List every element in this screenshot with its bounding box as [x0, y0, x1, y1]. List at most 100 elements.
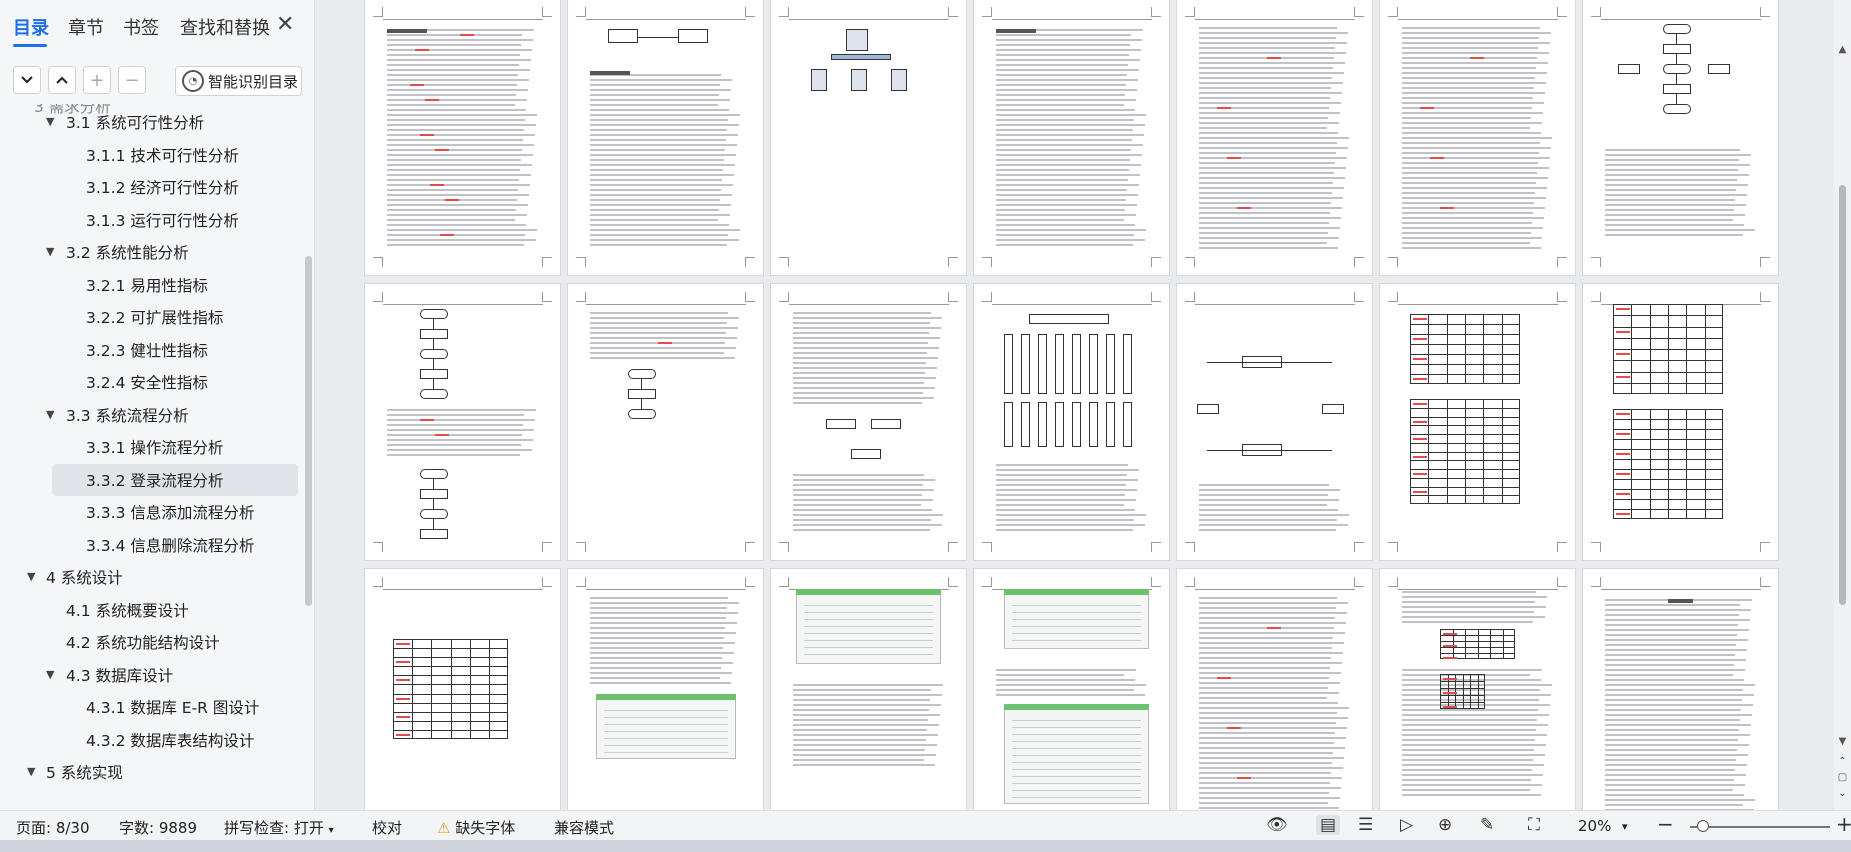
page-thumbnail[interactable]	[1582, 283, 1779, 561]
eye-icon[interactable]: 👁	[1266, 815, 1288, 835]
outline-view-icon[interactable]: ☰	[1358, 815, 1373, 835]
toc-item[interactable]: 3.3.3 信息添加流程分析	[86, 496, 254, 528]
close-icon[interactable]: ✕	[276, 12, 294, 37]
page-thumbnail[interactable]	[1582, 568, 1779, 810]
page-thumbnail[interactable]	[1176, 283, 1373, 561]
page-thumbnail[interactable]	[364, 0, 561, 276]
zoom-dropdown-icon[interactable]: ▾	[1622, 820, 1628, 833]
toc-item[interactable]: 3.2.3 健壮性指标	[86, 334, 208, 366]
expand-arrow-icon[interactable]: ▼	[27, 765, 35, 778]
page-thumbnail[interactable]	[1176, 568, 1373, 810]
toc-item[interactable]: 4.2 系统功能结构设计	[66, 626, 220, 658]
page-mark	[387, 109, 526, 111]
toc-item[interactable]: 3.3.1 操作流程分析	[86, 431, 223, 463]
page-thumbnail[interactable]	[1379, 0, 1576, 276]
page-thumbnail[interactable]	[567, 0, 764, 276]
expand-arrow-icon[interactable]: ▼	[46, 245, 54, 258]
page-mark	[1402, 82, 1546, 84]
missing-font-button[interactable]: ⚠ 缺失字体	[437, 817, 515, 838]
page-thumbnail[interactable]	[973, 568, 1170, 810]
toc-item[interactable]: 4 系统设计	[46, 561, 123, 593]
page-icon[interactable]: ▢	[1835, 772, 1850, 783]
page-thumbnail[interactable]	[770, 568, 967, 810]
page-up-icon[interactable]: ⌃	[1835, 756, 1850, 767]
web-view-icon[interactable]: ⊕	[1438, 815, 1452, 835]
page-thumbnail[interactable]	[364, 568, 561, 810]
add-heading-button[interactable]: +	[83, 66, 111, 94]
page-mark	[1199, 87, 1331, 89]
page-indicator[interactable]: 页面: 8/30	[16, 817, 90, 838]
play-icon[interactable]: ▷	[1400, 815, 1413, 835]
main-scrollbar[interactable]: ▲ ▼ ⌃ ▢ ⌄	[1834, 0, 1851, 810]
page-mark	[1195, 304, 1355, 305]
sidebar-scrollbar[interactable]	[305, 256, 312, 606]
zoom-in-icon[interactable]: +	[1836, 812, 1851, 836]
page-down-icon[interactable]: ⌄	[1835, 788, 1850, 799]
remove-heading-button[interactable]: −	[118, 66, 146, 94]
page-mark	[1605, 234, 1743, 236]
page-thumbnail[interactable]	[973, 283, 1170, 561]
page-mark	[387, 444, 521, 446]
page-thumbnail[interactable]	[973, 0, 1170, 276]
zoom-slider[interactable]	[1690, 826, 1830, 828]
zoom-slider-handle[interactable]	[1697, 820, 1709, 832]
page-thumbnail[interactable]	[364, 283, 561, 561]
page-mark	[1676, 94, 1677, 104]
expand-button[interactable]	[48, 66, 76, 94]
page-thumbnail[interactable]	[567, 283, 764, 561]
page-mark	[590, 104, 718, 106]
toc-item[interactable]: 3.3.4 信息删除流程分析	[86, 529, 254, 561]
page-thumbnail[interactable]	[567, 568, 764, 810]
zoom-level[interactable]: 20%	[1578, 817, 1611, 835]
tab-chapters[interactable]: 章节	[68, 14, 104, 40]
page-mark	[996, 94, 1125, 96]
toc-item[interactable]: 4.3.2 数据库表结构设计	[86, 724, 254, 756]
page-thumbnail[interactable]	[770, 0, 967, 276]
toc-item[interactable]: 3.3 系统流程分析	[66, 399, 189, 431]
smart-toc-button[interactable]: ◔ 智能识别目录	[175, 66, 302, 96]
expand-arrow-icon[interactable]: ▼	[46, 115, 54, 128]
proofread-button[interactable]: 校对	[372, 817, 402, 838]
toc-item[interactable]: 5 系统实现	[46, 756, 123, 788]
tab-bookmarks[interactable]: 书签	[123, 14, 159, 40]
toc-item[interactable]: 3.2.1 易用性指标	[86, 269, 208, 301]
page-view-icon[interactable]: ▤	[1316, 815, 1341, 835]
tab-find-replace[interactable]: 查找和替换	[180, 14, 270, 40]
pen-icon[interactable]: ✎	[1480, 815, 1494, 835]
page-thumbnail[interactable]	[1379, 568, 1576, 810]
page-thumbnail[interactable]	[1379, 283, 1576, 561]
zoom-out-icon[interactable]: −	[1657, 812, 1674, 836]
scroll-up-icon[interactable]: ▲	[1835, 44, 1850, 55]
word-count[interactable]: 字数: 9889	[119, 817, 197, 838]
toc-item[interactable]: 3.1 系统可行性分析	[66, 106, 204, 138]
page-thumbnail[interactable]	[1176, 0, 1373, 276]
expand-arrow-icon[interactable]: ▼	[27, 570, 35, 583]
page-mark	[1199, 752, 1333, 754]
toc-item[interactable]: 3.2 系统性能分析	[66, 236, 189, 268]
page-thumbnail[interactable]	[770, 283, 967, 561]
toc-item[interactable]: 4.3.1 数据库 E-R 图设计	[86, 691, 259, 723]
page-mark	[1605, 719, 1740, 721]
expand-arrow-icon[interactable]: ▼	[46, 408, 54, 421]
page-mark	[804, 612, 933, 613]
page-thumbnail[interactable]	[1582, 0, 1779, 276]
page-mark	[1605, 219, 1733, 221]
page-mark	[1012, 727, 1141, 728]
tab-toc[interactable]: 目录	[13, 14, 49, 40]
toc-item[interactable]: 4.3 数据库设计	[66, 659, 173, 691]
toc-item[interactable]: 3.1.1 技术可行性分析	[86, 139, 239, 171]
toc-item[interactable]: 3.3.2 登录流程分析	[52, 463, 298, 496]
spell-check[interactable]: 拼写检查: 打开 ▾	[224, 817, 334, 838]
collapse-all-button[interactable]	[13, 66, 41, 94]
expand-arrow-icon[interactable]: ▼	[46, 668, 54, 681]
toc-item[interactable]: 4.1 系统概要设计	[66, 594, 189, 626]
toc-item[interactable]: 3.2.2 可扩展性指标	[86, 301, 223, 333]
toc-item[interactable]: 3.1.2 经济可行性分析	[86, 171, 239, 203]
compat-mode[interactable]: 兼容模式	[554, 817, 614, 838]
page-mark	[1199, 767, 1343, 769]
scroll-down-icon[interactable]: ▼	[1835, 736, 1850, 747]
scroll-thumb[interactable]	[1839, 185, 1846, 605]
toc-item[interactable]: 3.2.4 安全性指标	[86, 366, 208, 398]
toc-item[interactable]: 3.1.3 运行可行性分析	[86, 204, 239, 236]
fit-page-icon[interactable]: ⛶	[1528, 815, 1540, 835]
